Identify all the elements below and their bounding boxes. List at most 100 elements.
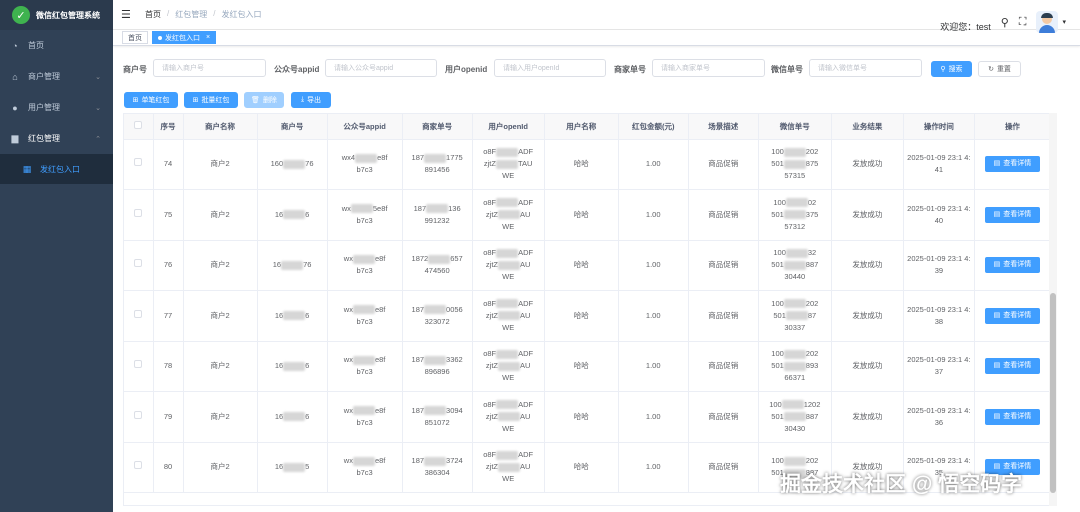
checkbox[interactable] <box>134 158 143 167</box>
view-detail-button[interactable]: ▤ 查看详情 <box>984 307 1040 324</box>
cell-text: 商品促销 <box>708 260 739 270</box>
cell-result: 发放成功 <box>831 139 904 190</box>
column-header: 商家单号 <box>402 114 473 140</box>
checkbox[interactable] <box>134 461 143 470</box>
row-checkbox-cell[interactable] <box>124 290 154 342</box>
cell-appid: wx 5e8f b7c3 <box>327 189 403 241</box>
hamburger-icon[interactable]: ☰ <box>121 8 135 21</box>
view-detail-button[interactable]: ▤ 查看详情 <box>984 156 1040 173</box>
batch-redpacket-button[interactable]: ⊞ 批量红包 <box>184 92 238 108</box>
row-checkbox-cell[interactable] <box>124 139 154 190</box>
cell-text: WE <box>502 373 515 383</box>
view-detail-button[interactable]: ▤ 查看详情 <box>984 257 1040 274</box>
checkbox[interactable] <box>134 259 143 268</box>
merchant-order-input[interactable]: 请输入商家单号 <box>652 59 765 77</box>
cell-merchant-name: 商户2 <box>183 391 258 443</box>
cell-text: 哈哈 <box>573 209 589 219</box>
redacted-mask <box>498 462 520 472</box>
view-detail-button[interactable]: ▤ 查看详情 <box>984 358 1040 375</box>
redacted-mask <box>496 147 519 157</box>
redacted-mask <box>496 349 519 359</box>
row-checkbox-cell[interactable] <box>124 442 154 493</box>
table-row[interactable]: 76 商户2 16 76 wx e8f b7c3 1872 657 474560 o8F ADF zjt… <box>124 240 1049 291</box>
row-checkbox-cell[interactable] <box>124 391 154 443</box>
cell-text: b7c3 <box>356 367 373 377</box>
cell-text: 78 <box>163 361 173 371</box>
cell-text: 2025-01-09 23:1 4:39 <box>907 254 971 276</box>
sidebar-item-users[interactable]: ● 用户管理 ⌄ <box>0 92 113 123</box>
cell-text: 991232 <box>424 215 450 225</box>
watermark: 掘金技术社区 @ 悟空码字 <box>780 473 1023 496</box>
table-row[interactable]: 74 商户2 160 76 wx4 e8f b7c3 187 1775 891456 o8F ADF z… <box>124 139 1049 190</box>
search-icon[interactable]: ⚲ <box>1001 16 1009 29</box>
view-detail-button[interactable]: ▤ 查看详情 <box>984 206 1040 223</box>
cell-text: 商户2 <box>210 209 230 219</box>
table-scrollbar[interactable] <box>1049 113 1057 506</box>
checkbox[interactable] <box>134 208 143 217</box>
merchant-no-input[interactable]: 请输入商户号 <box>153 59 266 77</box>
cell-merchant-name: 商户2 <box>183 189 258 241</box>
checkbox[interactable] <box>134 309 143 318</box>
row-checkbox-cell[interactable] <box>124 341 154 392</box>
sidebar-item-send-redpacket[interactable]: ▦ 发红包入口 <box>0 154 113 184</box>
wechat-logo-icon: ✓ <box>12 6 30 24</box>
cell-result: 发放成功 <box>831 290 904 342</box>
wechat-order-input[interactable]: 请输入微信单号 <box>809 59 922 77</box>
cell-text: 哈哈 <box>573 260 589 270</box>
cell-text: 501 <box>771 209 784 219</box>
redacted-mask <box>498 210 520 220</box>
cell-openid: o8F ADF zjtZ AU WE <box>472 189 545 241</box>
cell-text: 1.00 <box>645 310 661 320</box>
cell-text: e8f <box>374 355 386 365</box>
redacted-mask <box>783 260 806 270</box>
app-logo[interactable]: ✓ 微信红包管理系统 <box>0 0 113 30</box>
reset-button[interactable]: ↻ 重置 <box>978 61 1021 77</box>
tag-home[interactable]: 首页 <box>122 31 148 44</box>
row-checkbox-cell[interactable] <box>124 189 154 241</box>
redacted-mask <box>424 355 447 365</box>
tag-send-redpacket[interactable]: 发红包入口 × <box>152 31 217 44</box>
cell-text: 202 <box>805 349 819 359</box>
breadcrumb-item[interactable]: 首页 <box>145 9 161 20</box>
caret-down-icon[interactable]: ▾ <box>1062 18 1066 26</box>
cell-text: 16 <box>274 209 284 219</box>
cell-text: o8F <box>483 197 497 207</box>
checkbox[interactable] <box>134 360 143 369</box>
cell-merchant-no: 16 76 <box>257 240 328 291</box>
shop-icon: ⌂ <box>12 71 18 82</box>
cell-text: WE <box>502 322 515 332</box>
sidebar-item-merchant[interactable]: ⌂ 商户管理 ⌄ <box>0 61 113 92</box>
row-checkbox-cell[interactable] <box>124 240 154 291</box>
close-icon[interactable]: × <box>206 34 210 41</box>
cell-appid: wx e8f b7c3 <box>327 391 403 443</box>
redacted-mask <box>783 349 806 359</box>
cell-text: 1.00 <box>645 361 661 371</box>
redacted-mask <box>785 311 808 321</box>
checkbox[interactable] <box>134 121 143 130</box>
cell-text: b7c3 <box>356 316 373 326</box>
table-row[interactable]: 77 商户2 16 6 wx e8f b7c3 187 0056 323072 o8F ADF zjtZ… <box>124 290 1049 342</box>
checkbox[interactable] <box>134 410 143 419</box>
openid-input[interactable]: 请输入用户openId <box>494 59 606 77</box>
sidebar-item-home[interactable]: ◔ 首页 <box>0 30 113 61</box>
table-row[interactable]: 79 商户2 16 6 wx e8f b7c3 187 3094 851072 o8F ADF zjtZ… <box>124 391 1049 443</box>
table-row[interactable]: 75 商户2 16 6 wx 5e8f b7c3 187 136 991232 o8F ADF zjtZ… <box>124 189 1049 241</box>
cell-amount: 1.00 <box>618 341 689 392</box>
sidebar-item-redpacket[interactable]: ▆ 红包管理 ⌃ <box>0 123 113 154</box>
redacted-mask <box>424 456 447 466</box>
delete-button[interactable]: 🗑 删除 <box>244 92 284 108</box>
export-button[interactable]: ⤓ 导出 <box>291 92 331 108</box>
appid-input[interactable]: 请输入公众号appid <box>325 59 437 77</box>
redacted-mask <box>498 311 520 321</box>
select-all-header[interactable] <box>124 114 154 140</box>
scrollbar-thumb[interactable] <box>1050 293 1056 493</box>
column-header: 用户openId <box>472 114 545 140</box>
table-row[interactable]: 78 商户2 16 6 wx e8f b7c3 187 3362 896896 o8F ADF zjtZ… <box>124 341 1049 392</box>
fullscreen-icon[interactable]: ⛶ <box>1019 16 1027 29</box>
cell-actions: ▤ 查看详情 <box>974 341 1049 392</box>
search-button[interactable]: ⚲ 搜索 <box>931 61 972 77</box>
cell-text: 商品促销 <box>708 361 739 371</box>
view-detail-button[interactable]: ▤ 查看详情 <box>984 408 1040 425</box>
redacted-mask <box>496 450 519 460</box>
single-redpacket-button[interactable]: ⊞ 单笔红包 <box>124 92 178 108</box>
